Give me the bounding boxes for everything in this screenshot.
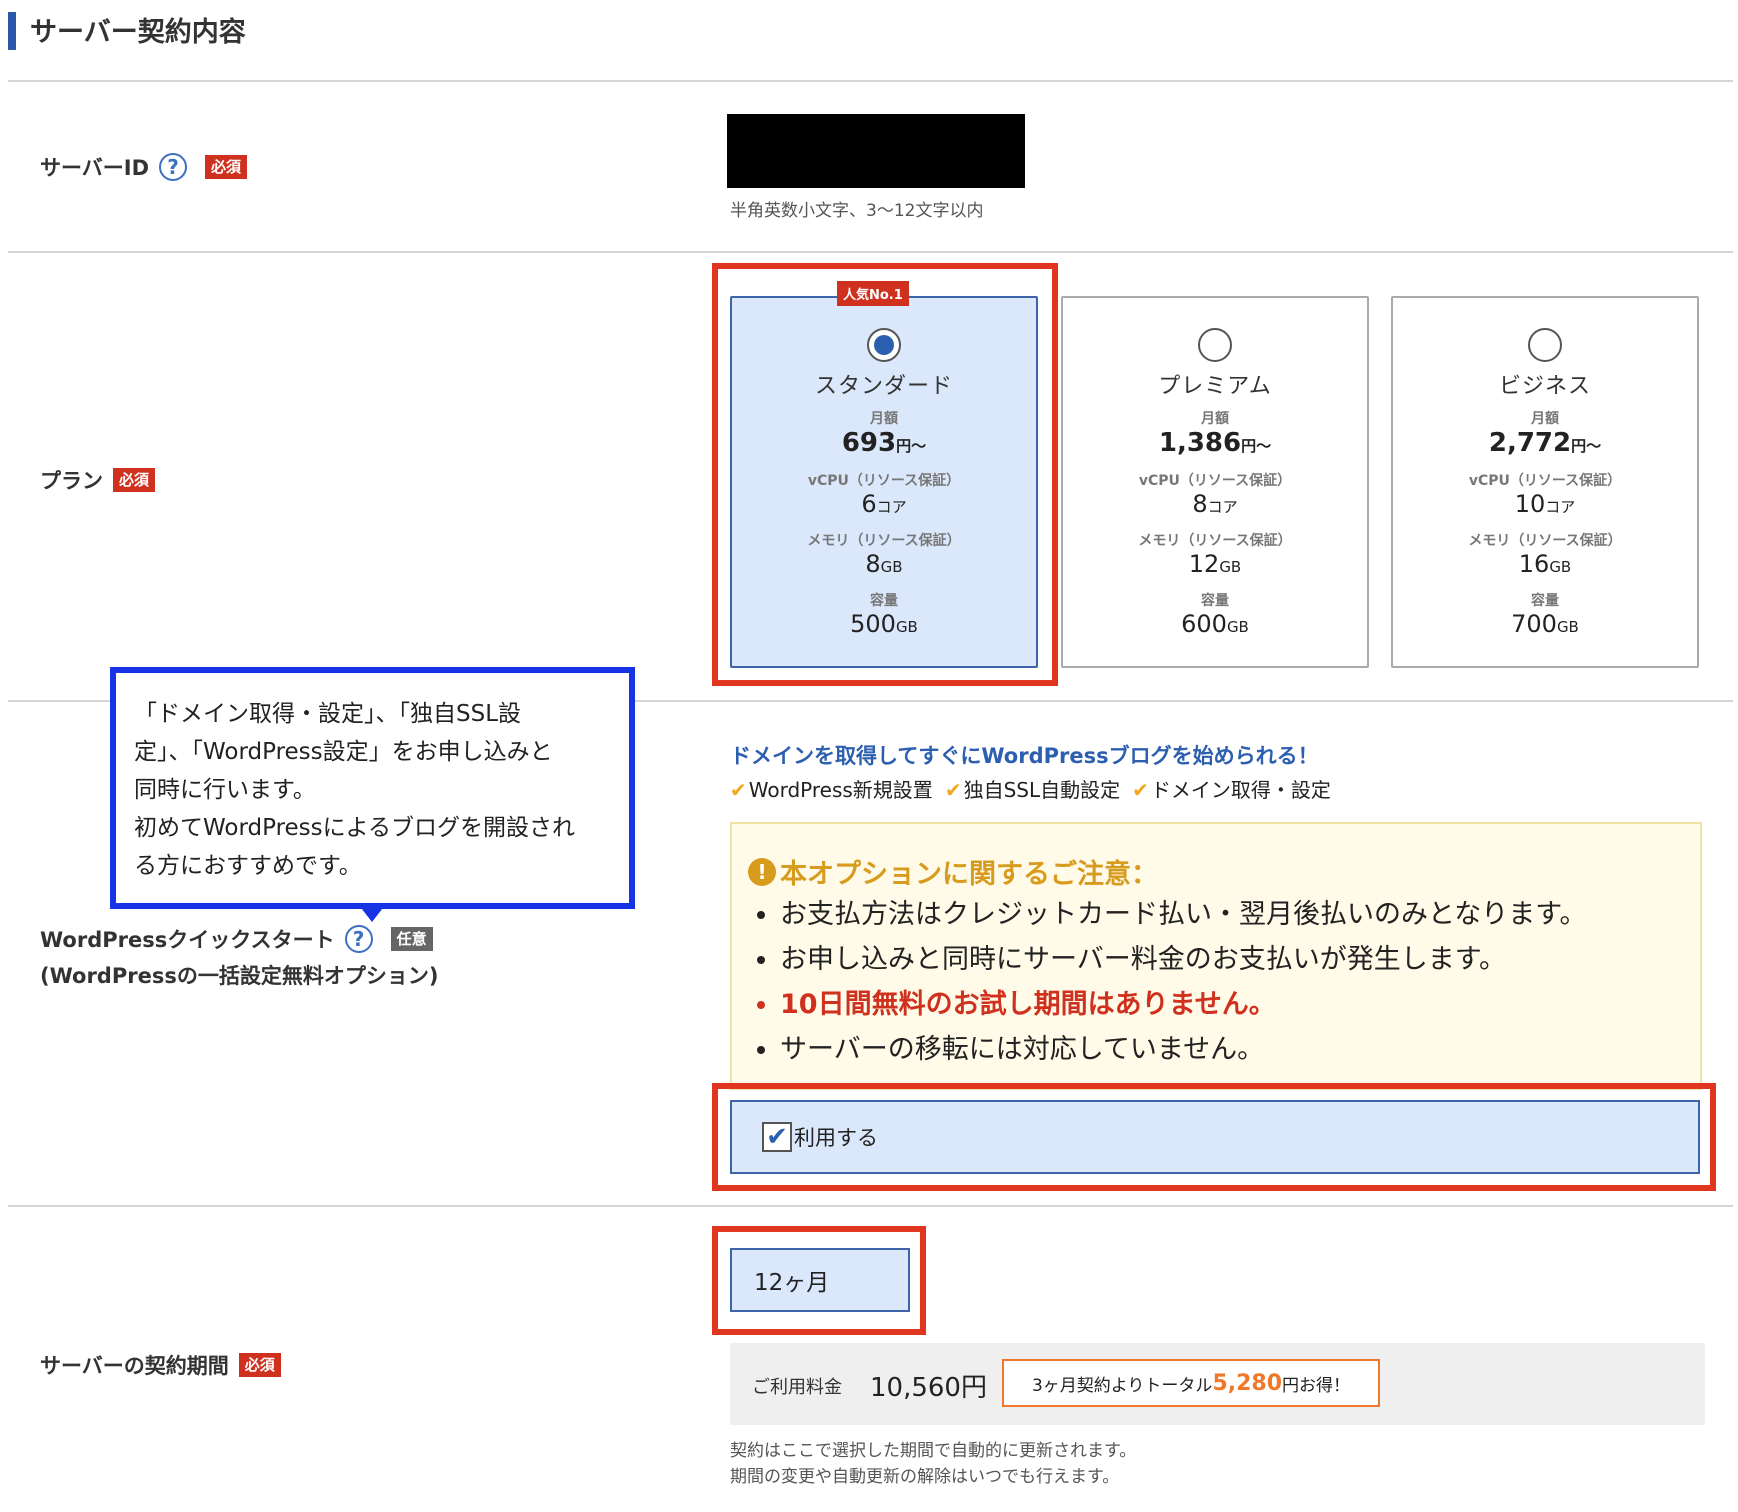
feature-item: ✔ ドメイン取得・設定 (1132, 778, 1331, 802)
callout-line: 初めてWordPressによるブログを開設され (134, 815, 575, 841)
fee-label: ご利用料金 (752, 1377, 842, 1398)
notice-box: ! 本オプションに関するご注意： お支払方法はクレジットカード払い・翌月後払いの… (730, 822, 1702, 1090)
wp-lead-text: ドメインを取得してすぐにWordPressブログを始められる！ (730, 744, 1319, 768)
notice-title: ! 本オプションに関するご注意： (748, 852, 1158, 891)
help-icon[interactable]: ? (344, 925, 373, 953)
contract-label: サーバーの契約期間 (40, 1354, 229, 1378)
plan-name: ビジネス (1498, 374, 1591, 399)
contract-label-row: サーバーの契約期間 必須 (40, 1350, 281, 1380)
storage-label: 容量 (870, 593, 898, 609)
callout-line: る方におすすめです。 (134, 853, 362, 879)
callout-box: 「ドメイン取得・設定」、「独自SSL設 定」、「WordPress設定」をお申し… (110, 667, 635, 909)
plan-card-premium[interactable]: プレミアム 月額 1,386円〜 vCPU（リソース保証） 8コア メモリ（リソ… (1061, 296, 1369, 668)
wp-quickstart-label: WordPressクイックスタート (40, 928, 335, 952)
plan-vcpu: 8コア (1192, 490, 1238, 518)
wp-quickstart-label-row: WordPressクイックスタート ? 任意 (40, 924, 433, 954)
plan-radio-premium[interactable] (1198, 328, 1232, 362)
vcpu-label: vCPU（リソース保証） (1468, 473, 1622, 489)
plan-memory: 8GB (865, 550, 903, 578)
feature-item: ✔ 独自SSL自動設定 (944, 778, 1121, 802)
plan-name: スタンダード (814, 374, 953, 399)
divider (8, 251, 1733, 253)
server-id-label-row: サーバーID ? 必須 (40, 152, 248, 182)
optional-badge: 任意 (390, 927, 433, 951)
warning-icon: ! (748, 857, 776, 886)
plan-memory: 12GB (1188, 550, 1242, 578)
notice-item: お支払方法はクレジットカード払い・翌月後払いのみとなります。 (780, 892, 1587, 937)
contract-period-select[interactable]: 12ヶ月 (730, 1248, 910, 1312)
help-icon[interactable]: ? (159, 153, 188, 181)
plan-radio-business[interactable] (1528, 328, 1562, 362)
discount-badge: 3ヶ月契約よりトータル 5,280 円お得！ (1002, 1359, 1380, 1407)
fee-value: 10,560円 (870, 1373, 987, 1403)
plan-card-business[interactable]: ビジネス 月額 2,772円〜 vCPU（リソース保証） 10コア メモリ（リソ… (1391, 296, 1699, 668)
feature-list: ✔ WordPress新規設置 ✔ 独自SSL自動設定 ✔ ドメイン取得・設定 (730, 774, 1331, 803)
notice-list: お支払方法はクレジットカード払い・翌月後払いのみとなります。 お申し込みと同時に… (758, 892, 1587, 1072)
divider (8, 80, 1733, 82)
check-icon: ✔ (1132, 778, 1149, 802)
price-label: 月額 (1201, 411, 1229, 427)
memory-label: メモリ（リソース保証） (1468, 533, 1622, 549)
popular-badge: 人気No.1 (837, 281, 909, 306)
required-badge: 必須 (113, 468, 156, 492)
plan-price: 2,772円〜 (1488, 428, 1602, 458)
plan-name: プレミアム (1158, 374, 1272, 399)
notice-item: サーバーの移転には対応していません。 (780, 1027, 1587, 1072)
required-badge: 必須 (238, 1353, 281, 1377)
checkmark-icon: ✔ (766, 1122, 788, 1152)
plan-memory: 16GB (1518, 550, 1572, 578)
required-badge: 必須 (205, 155, 248, 179)
contract-footnote: 契約はここで選択した期間で自動的に更新されます。 期間の変更や自動更新の解除はい… (730, 1441, 1137, 1487)
radio-dot (874, 335, 894, 355)
callout-line: 同時に行います。 (134, 777, 316, 803)
storage-label: 容量 (1531, 593, 1559, 609)
feature-item: ✔ WordPress新規設置 (730, 778, 933, 802)
notice-item-warning: 10日間無料のお試し期間はありません。 (780, 982, 1587, 1027)
plan-vcpu: 6コア (861, 490, 907, 518)
wp-quickstart-sublabel: (WordPressの一括設定無料オプション) (40, 964, 439, 988)
check-icon: ✔ (944, 778, 962, 802)
plan-label: プラン (40, 469, 103, 493)
plan-price: 693円〜 (841, 428, 927, 458)
callout-line: 「ドメイン取得・設定」、「独自SSL設 (134, 701, 522, 727)
price-summary: ご利用料金 10,560円 3ヶ月契約よりトータル 5,280 円お得！ (730, 1343, 1705, 1425)
plan-storage: 600GB (1181, 610, 1249, 638)
use-option-row[interactable]: ✔ 利用する (730, 1100, 1700, 1174)
check-icon: ✔ (730, 778, 747, 802)
vcpu-label: vCPU（リソース保証） (1138, 473, 1292, 489)
plan-price: 1,386円〜 (1158, 428, 1272, 458)
plan-storage: 500GB (850, 610, 918, 638)
title-accent-bar (8, 12, 16, 50)
price-label: 月額 (870, 411, 898, 427)
storage-label: 容量 (1201, 593, 1229, 609)
use-checkbox[interactable]: ✔ (762, 1122, 792, 1152)
memory-label: メモリ（リソース保証） (1138, 533, 1292, 549)
plan-storage: 700GB (1511, 610, 1579, 638)
server-id-label: サーバーID (40, 156, 150, 180)
server-id-hint: 半角英数小文字、3〜12文字以内 (730, 201, 984, 221)
divider (8, 1205, 1733, 1207)
notice-item: お申し込みと同時にサーバー料金のお支払いが発生します。 (780, 937, 1587, 982)
price-label: 月額 (1531, 411, 1559, 427)
vcpu-label: vCPU（リソース保証） (807, 473, 961, 489)
plan-radio-standard[interactable] (867, 328, 901, 362)
callout-line: 定」、「WordPress設定」をお申し込みと (134, 739, 553, 765)
server-id-input[interactable] (727, 114, 1025, 188)
memory-label: メモリ（リソース保証） (807, 533, 961, 549)
plan-label-row: プラン 必須 (40, 465, 156, 495)
plan-card-standard[interactable]: 人気No.1 スタンダード 月額 693円〜 vCPU（リソース保証） 6コア … (730, 281, 1038, 668)
use-label: 利用する (794, 1126, 878, 1150)
callout-tail (358, 904, 386, 922)
plan-vcpu: 10コア (1514, 490, 1576, 518)
page-title: サーバー契約内容 (30, 17, 246, 48)
